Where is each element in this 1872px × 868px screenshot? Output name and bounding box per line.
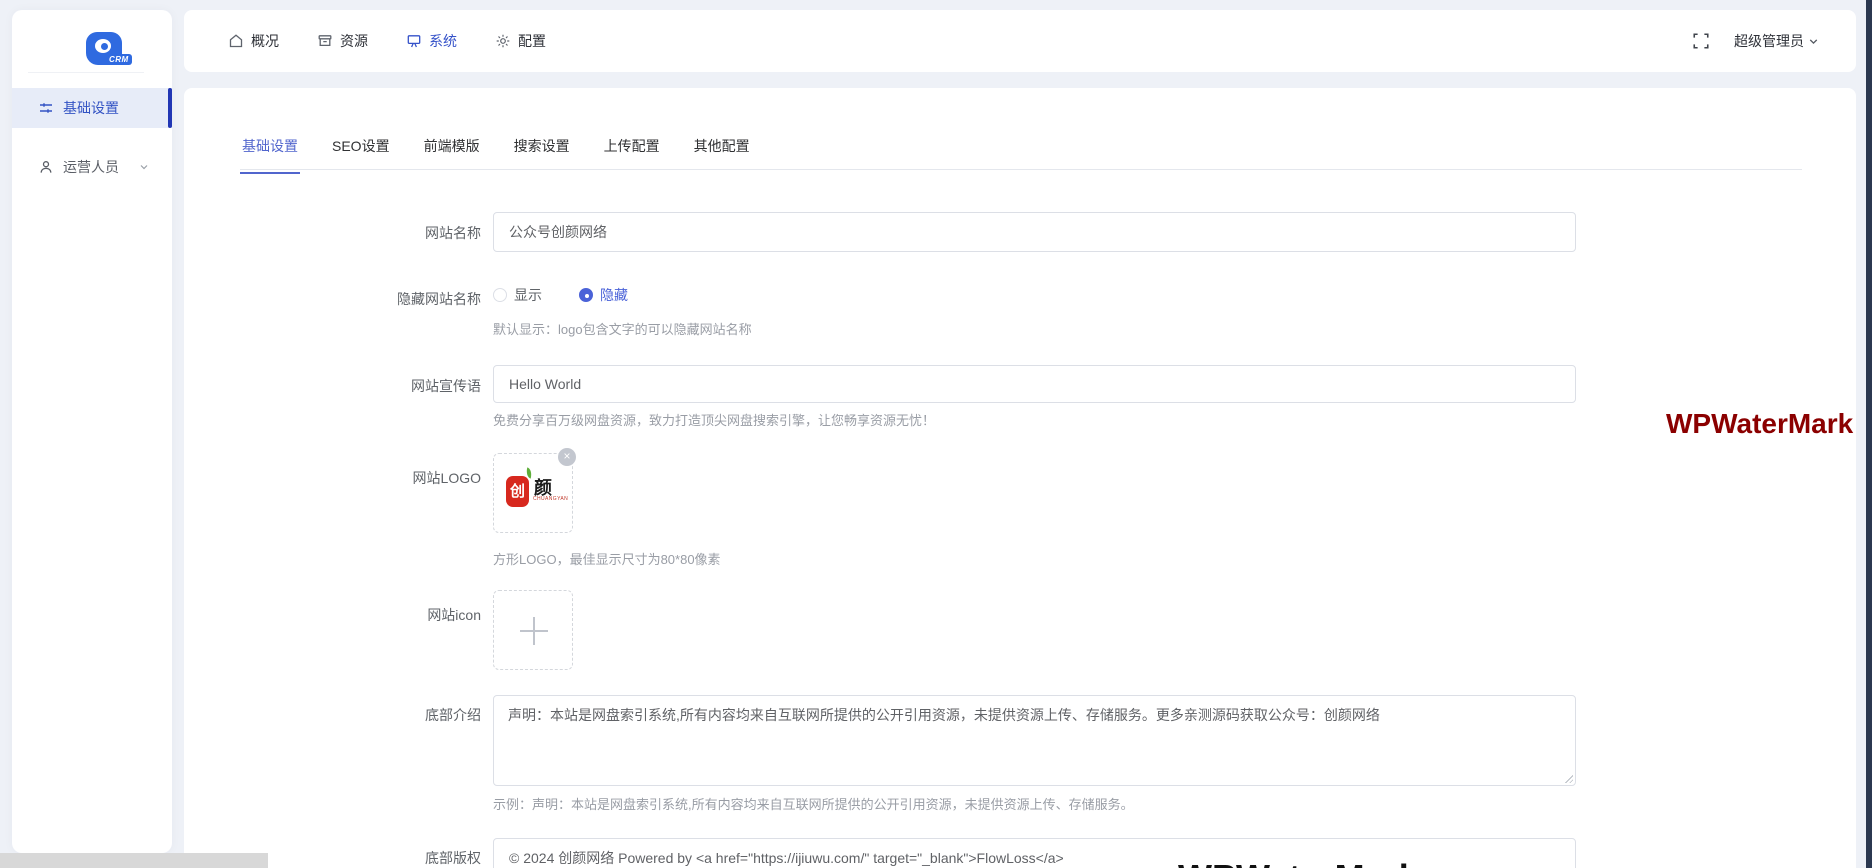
logo-text: CRM — [106, 54, 132, 65]
nav-label: 系统 — [429, 31, 457, 51]
radio-label: 隐藏 — [600, 285, 628, 305]
admin-page: CRM 基础设置 运营人员 — [0, 0, 1872, 868]
sidebar-active-bar — [168, 88, 172, 128]
plus-icon — [533, 617, 535, 645]
textarea-resize-handle[interactable] — [1564, 774, 1573, 783]
topbar-right: 超级管理员 — [1692, 10, 1820, 72]
tab-frontend-template[interactable]: 前端模版 — [422, 132, 482, 174]
slogan-input[interactable] — [493, 365, 1576, 403]
box-icon — [317, 33, 333, 49]
tab-upload-config[interactable]: 上传配置 — [602, 132, 662, 174]
radio-label: 显示 — [514, 285, 542, 305]
logo-dot — [101, 43, 108, 50]
person-icon — [38, 159, 54, 175]
radio-icon — [493, 288, 507, 302]
nav-label: 配置 — [518, 31, 546, 51]
fullscreen-icon[interactable] — [1692, 32, 1710, 50]
radio-icon-checked — [579, 288, 593, 302]
sidebar-divider — [28, 72, 144, 73]
user-name: 超级管理员 — [1734, 31, 1804, 51]
sidebar-item-basic-settings[interactable]: 基础设置 — [12, 88, 172, 128]
site-name-input[interactable] — [493, 212, 1576, 252]
footer-intro-textarea[interactable]: 声明：本站是网盘索引系统,所有内容均来自互联网所提供的公开引用资源，未提供资源上… — [493, 695, 1576, 786]
nav-item-resources[interactable]: 资源 — [317, 31, 368, 51]
logo-image-seal: 创 — [506, 476, 529, 507]
top-nav-items: 概况 资源 系统 — [228, 10, 546, 72]
site-logo-label: 网站LOGO — [261, 468, 481, 488]
hide-name-radio-group: 显示 隐藏 — [493, 285, 628, 305]
chevron-down-icon — [138, 161, 150, 173]
sidebar-item-label: 基础设置 — [63, 98, 119, 118]
icon-upload-box[interactable] — [493, 590, 573, 670]
tabs-divider — [240, 169, 1802, 170]
monitor-icon — [406, 33, 422, 49]
site-logo-help: 方形LOGO，最佳显示尺寸为80*80像素 — [493, 549, 721, 568]
top-navbar: 概况 资源 系统 — [184, 10, 1856, 72]
tab-other-config[interactable]: 其他配置 — [692, 132, 752, 174]
logo-image-subtext: CHUANGYAN — [533, 496, 568, 502]
nav-item-system[interactable]: 系统 — [406, 31, 457, 51]
radio-option-hide[interactable]: 隐藏 — [579, 285, 628, 305]
app-logo: CRM — [86, 32, 146, 72]
nav-item-overview[interactable]: 概况 — [228, 31, 279, 51]
watermark-text-clipped: WPWaterMark — [1178, 857, 1419, 868]
logo-upload-box[interactable]: 创 颜 CHUANGYAN — [493, 453, 573, 533]
window-right-edge — [1866, 0, 1872, 868]
sliders-icon — [38, 100, 54, 116]
home-icon — [228, 33, 244, 49]
footer-copyright-label: 底部版权 — [261, 848, 481, 868]
watermark-text: WPWaterMark — [1666, 408, 1853, 440]
hide-name-help: 默认显示：logo包含文字的可以隐藏网站名称 — [493, 319, 752, 338]
settings-tabs: 基础设置 SEO设置 前端模版 搜索设置 上传配置 其他配置 — [240, 132, 752, 174]
tab-basic-settings[interactable]: 基础设置 — [240, 132, 300, 174]
site-name-label: 网站名称 — [261, 223, 481, 243]
nav-item-config[interactable]: 配置 — [495, 31, 546, 51]
sidebar: CRM 基础设置 运营人员 — [12, 10, 172, 853]
user-menu[interactable]: 超级管理员 — [1734, 31, 1820, 51]
tab-search-settings[interactable]: 搜索设置 — [512, 132, 572, 174]
gear-icon — [495, 33, 511, 49]
footer-intro-help: 示例：声明：本站是网盘索引系统,所有内容均来自互联网所提供的公开引用资源，未提供… — [493, 794, 1134, 813]
radio-option-show[interactable]: 显示 — [493, 285, 542, 305]
nav-label: 资源 — [340, 31, 368, 51]
close-icon[interactable]: × — [558, 448, 576, 466]
slogan-help: 免费分享百万级网盘资源，致力打造顶尖网盘搜索引擎，让您畅享资源无忧！ — [493, 410, 935, 429]
footer-intro-label: 底部介绍 — [261, 705, 481, 725]
hide-name-label: 隐藏网站名称 — [261, 289, 481, 309]
chevron-down-icon — [1807, 35, 1820, 48]
sidebar-item-label: 运营人员 — [63, 157, 119, 177]
tab-seo-settings[interactable]: SEO设置 — [330, 132, 392, 174]
slogan-label: 网站宣传语 — [261, 376, 481, 396]
bottom-left-strip — [0, 853, 268, 868]
site-icon-label: 网站icon — [261, 605, 481, 625]
settings-panel: 基础设置 SEO设置 前端模版 搜索设置 上传配置 其他配置 网站名称 隐藏网站… — [184, 88, 1856, 868]
nav-label: 概况 — [251, 31, 279, 51]
sidebar-item-operators[interactable]: 运营人员 — [12, 147, 172, 187]
